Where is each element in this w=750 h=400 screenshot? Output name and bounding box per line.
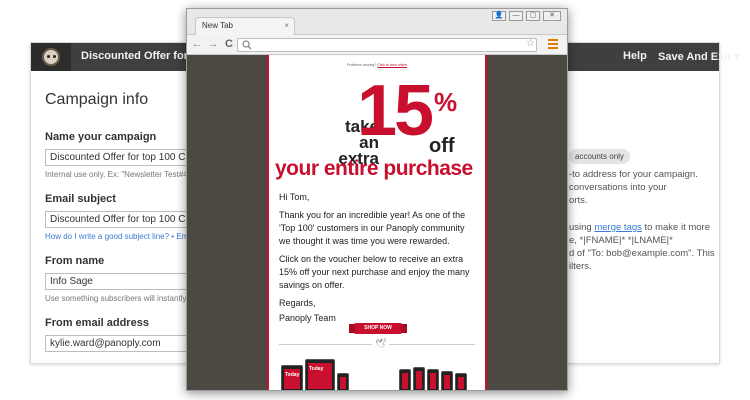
- discount-percent: 15: [357, 71, 434, 151]
- close-tab-icon[interactable]: ×: [284, 21, 289, 30]
- help-text-line: d of "To: bob@example.com". This: [569, 248, 715, 259]
- today-label: Today: [309, 366, 324, 372]
- phone-image: [441, 371, 453, 390]
- help-text-line: orts.: [569, 195, 588, 206]
- today-label: Today: [285, 372, 300, 378]
- close-window-icon[interactable]: ✕: [543, 11, 561, 21]
- page-viewport: Problems viewing? Click to view online t…: [187, 55, 567, 390]
- address-bar[interactable]: [237, 38, 537, 52]
- browser-toolbar: ← → C ☆: [187, 35, 567, 55]
- browser-window: New Tab × 👤 — ▢ ✕ ← → C ☆ Problems viewi…: [186, 8, 568, 391]
- entire-purchase-text: your entire purchase: [275, 157, 473, 180]
- shop-now-button[interactable]: SHOP NOW: [349, 323, 407, 334]
- off-text: off: [429, 135, 455, 157]
- right-help-panel: accounts only -to address for your campa…: [569, 149, 715, 273]
- from-name-field[interactable]: Info Sage: [45, 273, 195, 290]
- minimize-icon[interactable]: —: [509, 11, 523, 21]
- phone-image: [399, 369, 411, 390]
- back-icon[interactable]: ←: [191, 38, 203, 51]
- tab-bar: New Tab × 👤 — ▢ ✕: [187, 9, 567, 35]
- campaign-name-field[interactable]: Discounted Offer for top 100 Custo: [45, 149, 195, 166]
- save-and-exit-button[interactable]: Save And Exit ▾: [658, 50, 740, 63]
- window-controls: 👤 — ▢ ✕: [492, 11, 561, 21]
- search-icon: [242, 40, 252, 50]
- help-text-line: ilters.: [569, 261, 592, 272]
- product-images: Today Today: [279, 355, 479, 390]
- bird-icon: 🕊: [372, 338, 390, 349]
- tab-title: New Tab: [202, 21, 233, 30]
- tablet-image: Today: [281, 365, 303, 390]
- help-link[interactable]: Help: [623, 50, 647, 62]
- accounts-only-badge: accounts only: [569, 149, 630, 164]
- phone-image: [337, 373, 349, 390]
- help-text-line: using merge tags to make it more: [569, 221, 714, 234]
- reload-icon[interactable]: C: [223, 38, 235, 51]
- help-text-line: conversations into your: [569, 182, 667, 193]
- bookmark-star-icon[interactable]: ☆: [526, 38, 535, 49]
- tab-new-tab[interactable]: New Tab ×: [195, 17, 295, 35]
- tablet-image: Today: [305, 359, 335, 390]
- restore-icon[interactable]: ▢: [526, 11, 540, 21]
- sign-off: Regards,: [279, 298, 316, 308]
- body-paragraph: Thank you for an incredible year! As one…: [279, 210, 466, 246]
- phone-image: [455, 373, 467, 390]
- email-preview: Problems viewing? Click to view online t…: [267, 55, 487, 390]
- email-subject-field[interactable]: Discounted Offer for top 100 Custo: [45, 211, 195, 228]
- screen: Discounted Offer for top 100 C Help Save…: [0, 0, 750, 400]
- phone-image: [427, 369, 439, 390]
- forward-icon[interactable]: →: [207, 38, 219, 51]
- merge-tags-link[interactable]: merge tags: [594, 222, 642, 233]
- body-paragraph: Click on the voucher below to receive an…: [279, 254, 470, 290]
- offer-banner: take an extra 15 % off your entire purcha…: [269, 67, 485, 180]
- user-icon[interactable]: 👤: [492, 11, 506, 21]
- mailchimp-logo-icon[interactable]: [31, 43, 71, 71]
- help-text-fragment: using: [569, 222, 595, 233]
- help-text-line: e, *|FNAME|* *|LNAME|*: [569, 235, 673, 246]
- percent-sign: %: [434, 87, 458, 117]
- email-body: Hi Tom, Thank you for an incredible year…: [269, 177, 485, 325]
- phone-image: [413, 367, 425, 390]
- greeting: Hi Tom,: [279, 192, 310, 202]
- from-email-field[interactable]: kylie.ward@panoply.com: [45, 335, 195, 352]
- help-text-line: -to address for your campaign.: [569, 169, 698, 180]
- help-text-fragment: to make it more: [641, 222, 710, 233]
- menu-icon[interactable]: [548, 39, 558, 49]
